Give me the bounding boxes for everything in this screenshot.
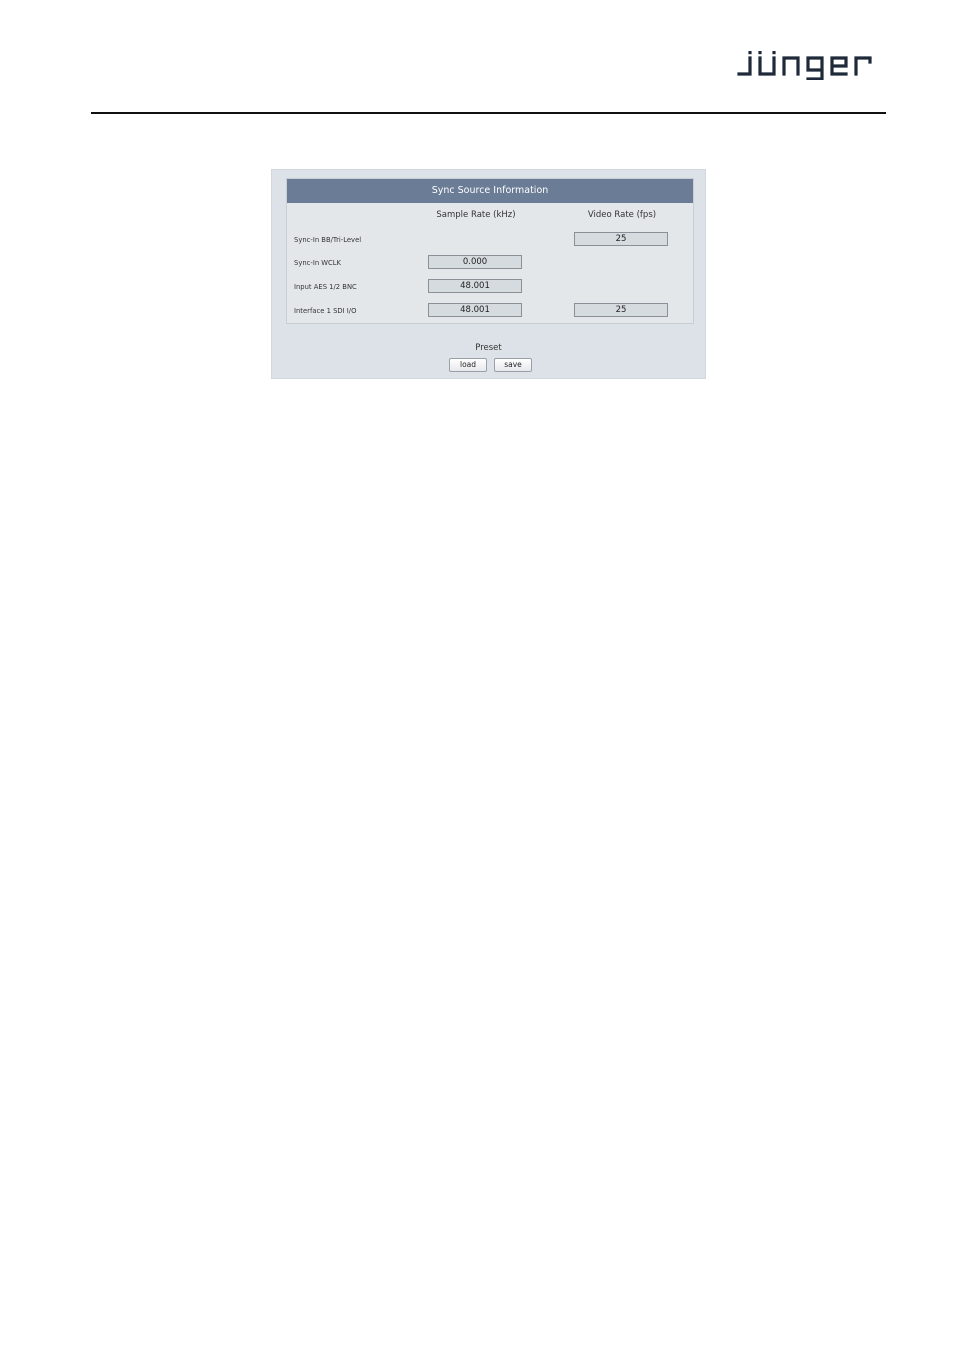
header-rule (91, 112, 886, 114)
junger-logo (736, 50, 882, 80)
video-rate-column-header: Video Rate (fps) (587, 210, 657, 220)
row-label-sync-in-bb: Sync-In BB/Tri-Level (294, 236, 362, 244)
panel-title: Sync Source Information (287, 179, 693, 203)
sample-rate-column-header: Sample Rate (kHz) (436, 210, 516, 220)
interface-sdi-sample-rate-field: 48.001 (428, 303, 522, 317)
preset-label: Preset (475, 343, 502, 353)
sync-source-panel: Sync Source Information Sample Rate (kHz… (286, 178, 694, 324)
sync-source-screenshot: Sync Source Information Sample Rate (kHz… (271, 169, 706, 379)
preset-save-button[interactable]: save (494, 358, 532, 372)
row-label-interface-sdi: Interface 1 SDI I/O (294, 307, 357, 315)
sync-in-wclk-sample-rate-field: 0.000 (428, 255, 522, 269)
preset-load-button[interactable]: load (449, 358, 487, 372)
input-aes-sample-rate-field: 48.001 (428, 279, 522, 293)
interface-sdi-video-rate-field: 25 (574, 303, 668, 317)
sync-in-bb-video-rate-field: 25 (574, 232, 668, 246)
row-label-input-aes: Input AES 1/2 BNC (294, 283, 357, 291)
row-label-sync-in-wclk: Sync-In WCLK (294, 259, 342, 267)
